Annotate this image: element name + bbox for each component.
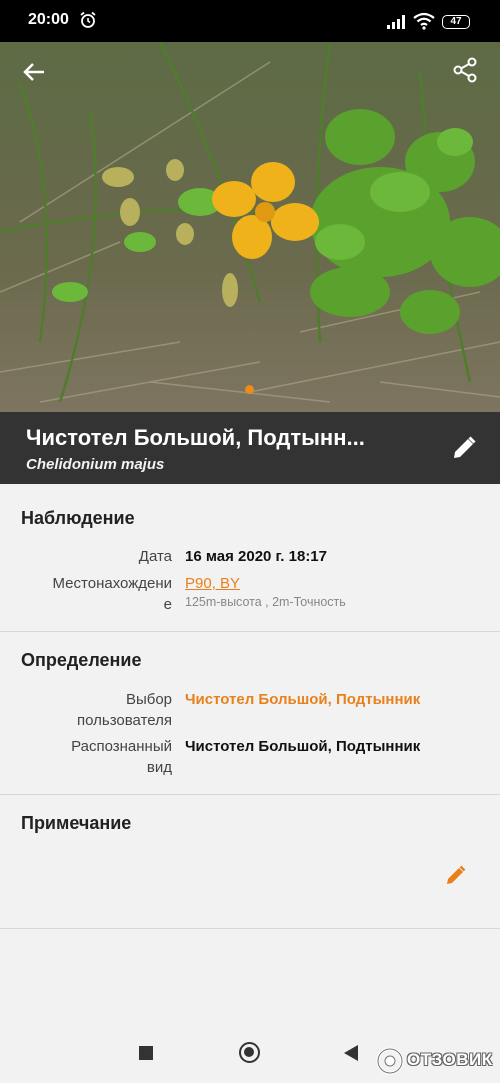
section-observation-title: Наблюдение (21, 508, 135, 528)
recognized-label-line2: вид (146, 759, 172, 776)
nav-recents-icon[interactable] (139, 1046, 153, 1060)
photo-page-indicator (245, 385, 254, 394)
back-arrow-icon[interactable] (20, 58, 48, 86)
species-scientific-name: Chelidonium majus (26, 456, 165, 473)
section-divider (0, 928, 500, 929)
recognized-species-label: Распознанный вид (71, 736, 172, 778)
section-divider (0, 794, 500, 795)
observation-details: Наблюдение Дата 16 мая 2020 г. 18:17 Мес… (0, 484, 500, 1024)
species-header: Чистотел Большой, Подтынн... Chelidonium… (0, 412, 500, 484)
observation-photo[interactable] (0, 42, 500, 412)
watermark-logo-icon (376, 1047, 404, 1075)
user-choice-label-line2: пользователя (77, 712, 172, 729)
nav-back-icon[interactable] (343, 1044, 359, 1062)
recognized-species-value: Чистотел Большой, Подтынник (185, 738, 421, 755)
location-label-line2: е (163, 596, 172, 613)
user-choice-value[interactable]: Чистотел Большой, Подтынник (185, 689, 420, 710)
section-note-title: Примечание (21, 813, 132, 833)
status-time: 20:00 (28, 11, 69, 28)
wifi-icon (413, 12, 435, 30)
alarm-icon (80, 11, 96, 28)
battery-level: 47 (450, 16, 462, 27)
date-value: 16 мая 2020 г. 18:17 (185, 548, 327, 565)
share-icon[interactable] (451, 56, 479, 84)
recognized-label-line1: Распознанный (71, 738, 172, 755)
date-label: Дата (138, 548, 172, 565)
pencil-icon[interactable] (445, 864, 467, 886)
user-choice-label: Выбор пользователя (77, 689, 172, 731)
species-common-name: Чистотел Большой, Подтынн... (26, 425, 365, 450)
watermark-text: ОТЗОВИК (407, 1050, 493, 1069)
pencil-icon[interactable] (450, 434, 478, 462)
plant-photo-image (0, 42, 500, 412)
battery-icon: 47 (442, 15, 470, 29)
location-link[interactable]: P90, BY (185, 573, 240, 594)
nav-home-icon[interactable] (239, 1042, 260, 1063)
watermark: ОТЗОВИК (373, 1046, 495, 1076)
user-choice-label-line1: Выбор (125, 691, 172, 708)
location-label-line1: Местонахождени (52, 575, 172, 592)
location-accuracy-note: 125m-высота , 2m-Точность (185, 595, 346, 609)
status-bar: 20:00 47 (0, 0, 500, 42)
signal-icon (387, 15, 405, 29)
section-identification-title: Определение (21, 650, 142, 670)
section-divider (0, 631, 500, 632)
location-label: Местонахождени е (53, 573, 172, 615)
